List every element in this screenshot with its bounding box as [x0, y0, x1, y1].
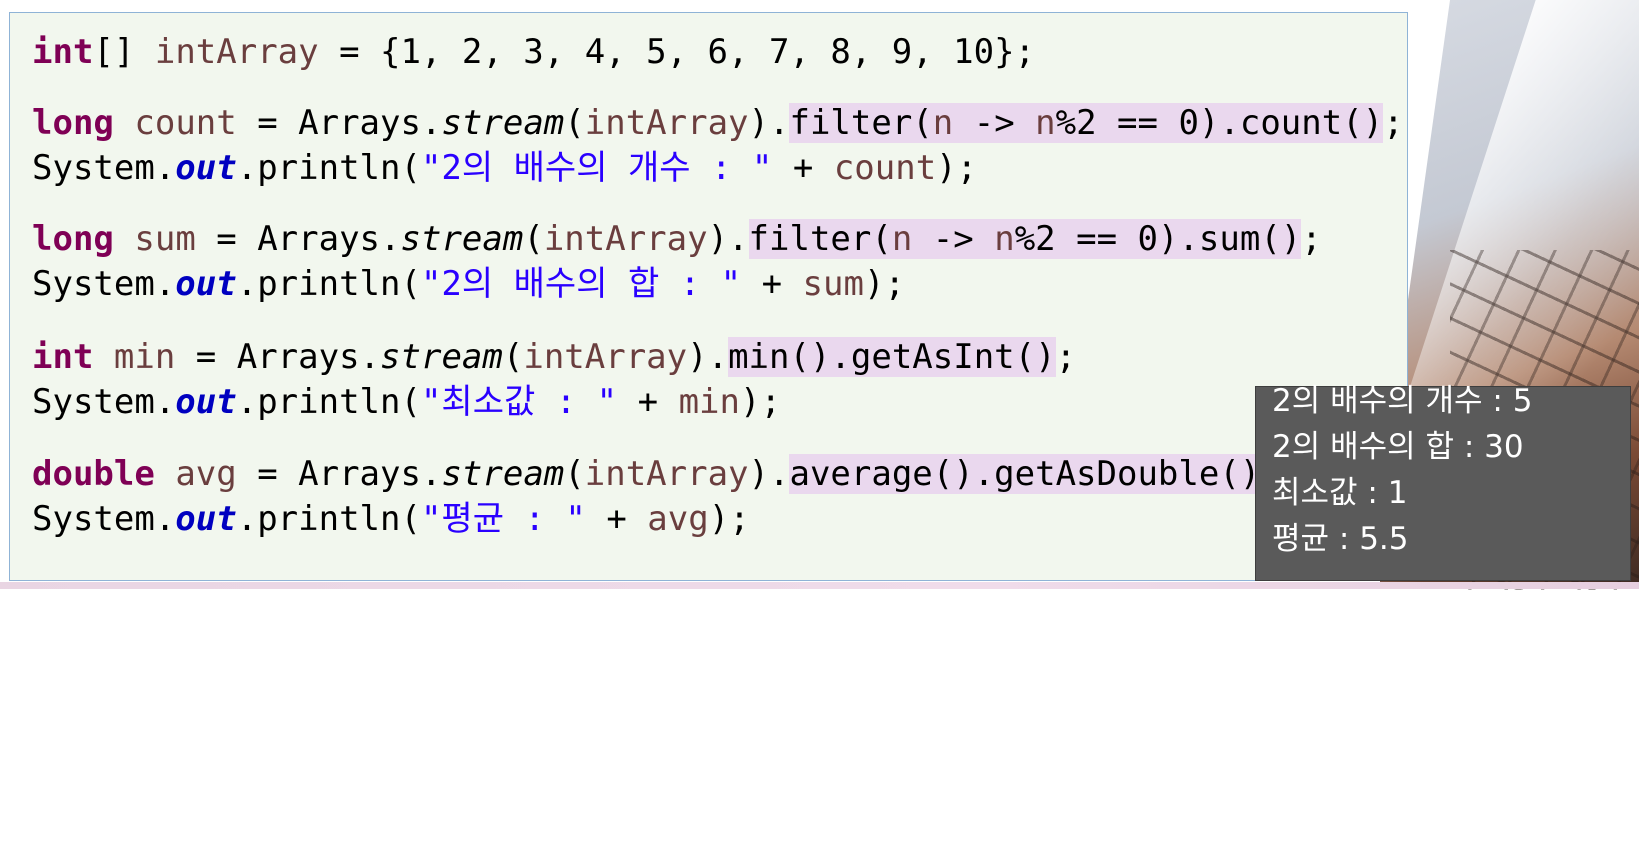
- code-text: (: [502, 337, 524, 377]
- code-panel: int[] intArray = {1, 2, 3, 4, 5, 6, 7, 8…: [9, 12, 1408, 581]
- console-line: 평균 : 5.5: [1272, 521, 1409, 557]
- variable: n: [932, 103, 954, 143]
- code-line-1: int[] intArray = {1, 2, 3, 4, 5, 6, 7, 8…: [32, 30, 1035, 74]
- code-text: filter(: [748, 219, 892, 259]
- code-text: filter(: [789, 103, 933, 143]
- code-text: .println(: [236, 499, 421, 539]
- code-text: );: [863, 264, 905, 304]
- keyword: double: [32, 454, 155, 494]
- code-text: = Arrays.: [236, 103, 442, 143]
- code-text: ->: [953, 103, 1036, 143]
- code-line-3: System.out.println("2의 배수의 개수 : " + coun…: [32, 146, 977, 190]
- code-text: = Arrays.: [195, 219, 401, 259]
- variable: min: [113, 337, 176, 377]
- code-text: = Arrays.: [175, 337, 381, 377]
- code-text: .println(: [236, 148, 421, 188]
- variable: sum: [134, 219, 196, 259]
- code-text: %2 == 0).sum(): [1014, 219, 1302, 259]
- variable: min: [678, 382, 740, 422]
- code-text: +: [617, 382, 679, 422]
- variable: intArray: [584, 103, 749, 143]
- keyword: long: [32, 103, 114, 143]
- code-text: ;: [1301, 219, 1322, 259]
- variable: intArray: [523, 337, 688, 377]
- code-line-5: System.out.println("2의 배수의 합 : " + sum);: [32, 262, 905, 306]
- string-literal: "평균 : ": [420, 499, 586, 539]
- variable: n: [1035, 103, 1056, 143]
- console-output: 2의 배수의 개수 : 5 2의 배수의 합 : 30 최소값 : 1 평균 :…: [1255, 383, 1631, 581]
- variable: avg: [647, 499, 709, 539]
- variable: avg: [175, 454, 237, 494]
- code-text: (: [564, 103, 585, 143]
- code-line-6: int min = Arrays.stream(intArray).min().…: [32, 335, 1076, 379]
- code-text: []: [93, 32, 155, 72]
- code-text: ;: [1055, 337, 1077, 377]
- variable: intArray: [584, 454, 749, 494]
- code-text: .println(: [236, 382, 421, 422]
- code-text: ).: [707, 219, 749, 259]
- keyword: int: [32, 32, 94, 72]
- code-text: );: [740, 382, 781, 422]
- static-field: out: [175, 264, 237, 304]
- code-line-2: long count = Arrays.stream(intArray).fil…: [32, 101, 1404, 145]
- code-text: = Arrays.: [236, 454, 442, 494]
- variable: intArray: [154, 32, 319, 72]
- console-line: 2의 배수의 합 : 30: [1272, 429, 1524, 465]
- code-line-4: long sum = Arrays.stream(intArray).filte…: [32, 217, 1322, 261]
- code-text: %2 == 0).count(): [1055, 103, 1384, 143]
- static-field: out: [175, 148, 237, 188]
- highlighted-code: filter(n -> n%2 == 0).sum(): [748, 219, 1302, 259]
- string-literal: "2의 배수의 개수 : ": [420, 148, 773, 188]
- code-text: (: [564, 454, 585, 494]
- method-name: stream: [400, 219, 524, 259]
- highlighted-code: filter(n -> n%2 == 0).count(): [789, 103, 1384, 143]
- static-field: out: [175, 499, 237, 539]
- code-line-8: double avg = Arrays.stream(intArray).ave…: [32, 452, 1281, 496]
- static-field: out: [175, 382, 237, 422]
- method-name: stream: [441, 103, 565, 143]
- keyword: int: [32, 337, 94, 377]
- code-text: ->: [912, 219, 995, 259]
- string-literal: "2의 배수의 합 : ": [420, 264, 742, 304]
- variable: n: [891, 219, 913, 259]
- code-text: System.: [32, 148, 176, 188]
- console-line: 최소값 : 1: [1272, 475, 1408, 511]
- bottom-strip: [0, 582, 1639, 589]
- code-text: (: [523, 219, 544, 259]
- code-text: System.: [32, 264, 176, 304]
- variable: sum: [802, 264, 864, 304]
- code-text: ;: [1383, 103, 1404, 143]
- method-name: stream: [380, 337, 503, 377]
- variable: count: [833, 148, 937, 188]
- code-text: +: [772, 148, 834, 188]
- highlighted-code: min().getAsInt(): [728, 337, 1056, 377]
- code-text: +: [585, 499, 648, 539]
- code-text: );: [936, 148, 978, 188]
- variable: n: [994, 219, 1015, 259]
- code-text: System.: [32, 382, 176, 422]
- code-text: .println(: [236, 264, 421, 304]
- console-line: 2의 배수의 개수 : 5: [1272, 383, 1533, 419]
- code-text: ).: [748, 454, 790, 494]
- keyword: long: [32, 219, 114, 259]
- code-text: ).: [687, 337, 729, 377]
- code-line-9: System.out.println("평균 : " + avg);: [32, 497, 750, 541]
- variable: intArray: [543, 219, 708, 259]
- code-text: +: [741, 264, 803, 304]
- method-name: stream: [441, 454, 565, 494]
- code-text: ).: [748, 103, 790, 143]
- highlighted-code: average().getAsDouble(): [789, 454, 1261, 494]
- code-text: System.: [32, 499, 176, 539]
- code-line-7: System.out.println("최소값 : " + min);: [32, 380, 781, 424]
- code-text: );: [708, 499, 750, 539]
- code-text: = {1, 2, 3, 4, 5, 6, 7, 8, 9, 10};: [318, 32, 1036, 72]
- variable: count: [134, 103, 237, 143]
- string-literal: "최소값 : ": [420, 382, 618, 422]
- code-block: int[] intArray = {1, 2, 3, 4, 5, 6, 7, 8…: [32, 13, 1404, 853]
